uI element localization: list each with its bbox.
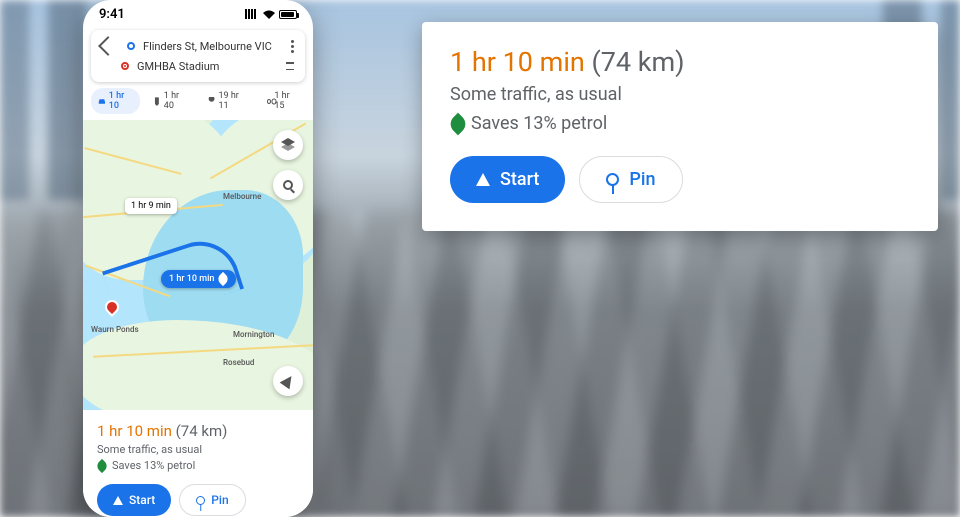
- origin-field[interactable]: Flinders St, Melbourne VIC: [143, 40, 280, 53]
- walk-icon: [208, 97, 216, 106]
- leaf-icon: [447, 112, 470, 135]
- traffic-status: Some traffic, as usual: [450, 84, 910, 105]
- route-time-line: 1 hr 10 min (74 km): [97, 422, 299, 440]
- more-options-icon[interactable]: [288, 40, 297, 53]
- signal-icon: [245, 9, 259, 19]
- city-label: Rosebud: [223, 358, 254, 367]
- leaf-icon: [216, 272, 230, 286]
- destination-pin-icon: [121, 62, 129, 70]
- layers-button[interactable]: [273, 130, 303, 160]
- phone-mockup: 9:41 Flinders St, Melbourne VIC GMHBA St…: [83, 0, 313, 517]
- map-canvas[interactable]: 1 hr 9 min 1 hr 10 min Melbourne Waurn P…: [83, 120, 313, 410]
- route-duration: 1 hr 10 min: [97, 422, 172, 440]
- pin-button[interactable]: Pin: [579, 156, 682, 203]
- navigation-icon: [113, 496, 123, 505]
- start-button[interactable]: Start: [97, 484, 171, 516]
- swap-icon[interactable]: [283, 59, 297, 73]
- pin-button[interactable]: Pin: [179, 484, 245, 516]
- route-duration-badge[interactable]: 1 hr 10 min: [161, 270, 236, 288]
- eco-row: Saves 13% petrol: [97, 459, 299, 472]
- search-icon: [283, 180, 293, 190]
- wifi-icon: [262, 9, 276, 20]
- recenter-button[interactable]: [273, 366, 303, 396]
- origin-dot-icon: [127, 42, 135, 50]
- navigation-arrow-icon: [280, 373, 297, 390]
- back-icon[interactable]: [98, 36, 118, 56]
- pin-icon: [196, 496, 205, 505]
- mode-bike[interactable]: 1 hr 15: [260, 88, 305, 114]
- layers-icon: [281, 138, 295, 152]
- transit-icon: [153, 97, 161, 106]
- travel-mode-row: 1 hr 10 1 hr 40 19 hr 11 1 hr 15: [83, 88, 313, 120]
- eco-text: Saves 13% petrol: [112, 459, 195, 472]
- eco-text: Saves 13% petrol: [471, 113, 607, 134]
- pin-icon: [606, 173, 619, 186]
- route-time-line: 1 hr 10 min (74 km): [450, 46, 910, 78]
- eco-row: Saves 13% petrol: [450, 113, 910, 134]
- alt-route-tooltip[interactable]: 1 hr 9 min: [125, 198, 177, 214]
- car-icon: [98, 97, 106, 106]
- route-distance: (74 km): [592, 46, 685, 78]
- city-label: Waurn Ponds: [91, 325, 139, 334]
- mode-walk[interactable]: 19 hr 11: [201, 88, 254, 114]
- status-bar: 9:41: [83, 0, 313, 28]
- start-button[interactable]: Start: [450, 156, 565, 203]
- status-time: 9:41: [99, 7, 125, 22]
- leaf-icon: [95, 458, 109, 472]
- route-summary-card-large: 1 hr 10 min (74 km) Some traffic, as usu…: [422, 22, 938, 231]
- city-label: Mornington: [233, 330, 274, 339]
- route-summary-card[interactable]: 1 hr 10 min (74 km) Some traffic, as usu…: [83, 410, 313, 517]
- traffic-status: Some traffic, as usual: [97, 443, 299, 456]
- destination-field[interactable]: GMHBA Stadium: [137, 60, 275, 73]
- navigation-icon: [476, 173, 490, 186]
- route-duration: 1 hr 10 min: [450, 46, 585, 78]
- directions-card: Flinders St, Melbourne VIC GMHBA Stadium: [91, 30, 305, 82]
- city-label: Melbourne: [223, 192, 261, 201]
- mode-transit[interactable]: 1 hr 40: [146, 88, 195, 114]
- map-search-button[interactable]: [273, 170, 303, 200]
- bike-icon: [267, 99, 272, 104]
- mode-car[interactable]: 1 hr 10: [91, 88, 140, 114]
- battery-icon: [279, 10, 297, 19]
- route-distance: (74 km): [176, 422, 228, 440]
